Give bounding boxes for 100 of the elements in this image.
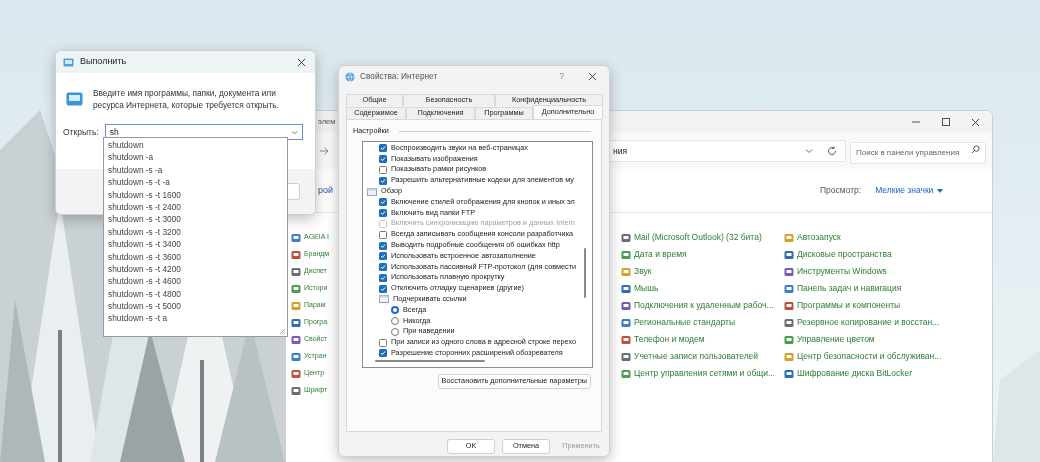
checkbox[interactable] — [379, 263, 387, 272]
suggestion-item[interactable]: shutdown -s -t 1600 — [104, 188, 287, 201]
applet-link[interactable]: Шифрование диска BitLocker — [797, 367, 913, 380]
checkbox[interactable] — [379, 241, 387, 250]
checkbox[interactable] — [379, 144, 387, 153]
applet-link[interactable]: Мышь — [634, 282, 659, 295]
forward-arrow-icon[interactable] — [319, 146, 329, 156]
suggestion-item[interactable]: shutdown -s -t 3000 — [104, 213, 287, 226]
radio-button[interactable] — [391, 327, 399, 336]
applet-icon — [291, 266, 301, 277]
applet-link[interactable]: Центр безопасности и обслуживан... — [797, 350, 942, 363]
group-icon — [367, 187, 377, 196]
refresh-icon[interactable] — [827, 146, 837, 156]
group-icon — [379, 295, 389, 304]
suggestion-item[interactable]: shutdown -a — [104, 151, 287, 164]
applet-link[interactable]: Резервное копирование и восстан... — [797, 316, 940, 329]
applet-icon — [784, 351, 794, 362]
view-label: Просмотр: — [820, 184, 862, 197]
applet-icon — [621, 300, 631, 311]
applet-link[interactable]: Учетные записи пользователей — [634, 350, 759, 363]
applet-icon — [291, 334, 301, 345]
applet-icon — [784, 249, 794, 260]
run-icon — [63, 57, 74, 67]
radio-button[interactable] — [391, 317, 399, 326]
checkbox[interactable] — [379, 338, 387, 347]
applet-icon — [291, 351, 301, 362]
applet-icon — [291, 385, 301, 396]
checkbox[interactable] — [379, 176, 387, 185]
horizontal-scrollbar[interactable] — [375, 359, 485, 362]
chevron-down-icon[interactable] — [290, 128, 298, 136]
checkbox[interactable] — [379, 198, 387, 207]
applet-link[interactable]: Дата и время — [634, 248, 687, 261]
radio-button[interactable] — [391, 306, 399, 315]
search-field[interactable]: Поиск в панели управления — [850, 141, 986, 164]
applet-icon — [291, 249, 301, 260]
applet-link[interactable]: Дисковые пространства — [797, 248, 892, 261]
applet-icon — [291, 283, 301, 294]
applet-icon — [621, 283, 631, 294]
suggestion-item[interactable]: shutdown -s -t 3400 — [104, 238, 287, 251]
applet-link[interactable]: Программы и компоненты — [797, 299, 901, 312]
maximize-icon[interactable] — [941, 117, 951, 127]
suggestion-item[interactable]: shutdown -s -t a — [104, 312, 287, 325]
vertical-scrollbar[interactable] — [584, 247, 586, 298]
globe-icon — [345, 71, 355, 82]
checkbox[interactable] — [379, 209, 387, 218]
applet-icon — [784, 232, 794, 243]
search-icon[interactable] — [971, 145, 980, 155]
applet-link[interactable]: Инструменты Windows — [797, 265, 887, 278]
applet-icon — [621, 351, 631, 362]
applet-link[interactable]: Панель задач и навигация — [797, 282, 902, 295]
resize-grip-icon[interactable] — [279, 328, 286, 335]
view-dropdown[interactable]: Мелкие значки — [875, 184, 944, 197]
checkbox[interactable] — [379, 349, 387, 358]
applet-link[interactable]: Телефон и модем — [634, 333, 705, 346]
applet-icon — [784, 317, 794, 328]
checkbox[interactable] — [379, 230, 387, 239]
close-icon[interactable] — [971, 117, 980, 127]
applet-link[interactable]: Mail (Microsoft Outlook) (32 бита) — [634, 231, 762, 244]
checkbox[interactable] — [379, 273, 387, 282]
applet-link[interactable]: Автозапуск — [797, 231, 841, 244]
suggestion-item[interactable]: shutdown -s -t 3200 — [104, 225, 287, 239]
open-label: Открыть: — [63, 125, 99, 139]
close-icon[interactable] — [588, 72, 597, 81]
applet-icon — [784, 334, 794, 345]
applet-icon — [621, 232, 631, 243]
suggestion-item[interactable]: shutdown — [104, 139, 287, 152]
close-icon[interactable] — [297, 57, 306, 67]
applet-link[interactable]: Подключения к удаленным рабоч... — [634, 299, 774, 312]
suggestion-item[interactable]: shutdown -s -t 3600 — [104, 250, 287, 263]
applet-link[interactable]: Управление цветом — [797, 333, 875, 346]
applet-icon — [784, 300, 794, 311]
applet-link[interactable]: Региональные стандарты — [634, 316, 735, 329]
help-button[interactable]: ? — [559, 70, 564, 83]
applet-icon — [784, 283, 794, 294]
applet-icon — [291, 368, 301, 379]
applet-icon — [621, 266, 631, 277]
applet-icon — [291, 300, 301, 311]
suggestion-item[interactable]: shutdown -s -t 4800 — [104, 287, 287, 301]
applet-icon — [621, 317, 631, 328]
applet-icon — [621, 368, 631, 379]
applet-icon — [621, 249, 631, 260]
page-heading: рой — [318, 183, 334, 197]
checkbox[interactable] — [379, 284, 387, 293]
checkbox[interactable] — [379, 165, 387, 174]
checkbox[interactable] — [379, 155, 387, 164]
suggestion-item[interactable]: shutdown -s -t 4200 — [104, 262, 287, 276]
suggestion-item[interactable]: shutdown -s -t 5000 — [104, 300, 287, 313]
suggestion-item[interactable]: shutdown -s -t -a — [104, 176, 287, 189]
applet-icon — [784, 266, 794, 277]
applet-icon — [621, 334, 631, 345]
dialog-title: Свойства: Интернет — [360, 70, 438, 83]
applet-icon — [784, 368, 794, 379]
checkbox[interactable] — [379, 252, 387, 261]
run-icon — [66, 92, 83, 106]
applet-link[interactable]: Звук — [634, 265, 652, 278]
suggestion-item[interactable]: shutdown -s -t 4600 — [104, 275, 287, 288]
suggestion-item[interactable]: shutdown -s -a — [104, 163, 287, 177]
applet-icon — [291, 232, 301, 243]
applet-link[interactable]: Центр управления сетями и общи... — [634, 367, 776, 380]
suggestion-item[interactable]: shutdown -s -t 2400 — [104, 200, 287, 214]
